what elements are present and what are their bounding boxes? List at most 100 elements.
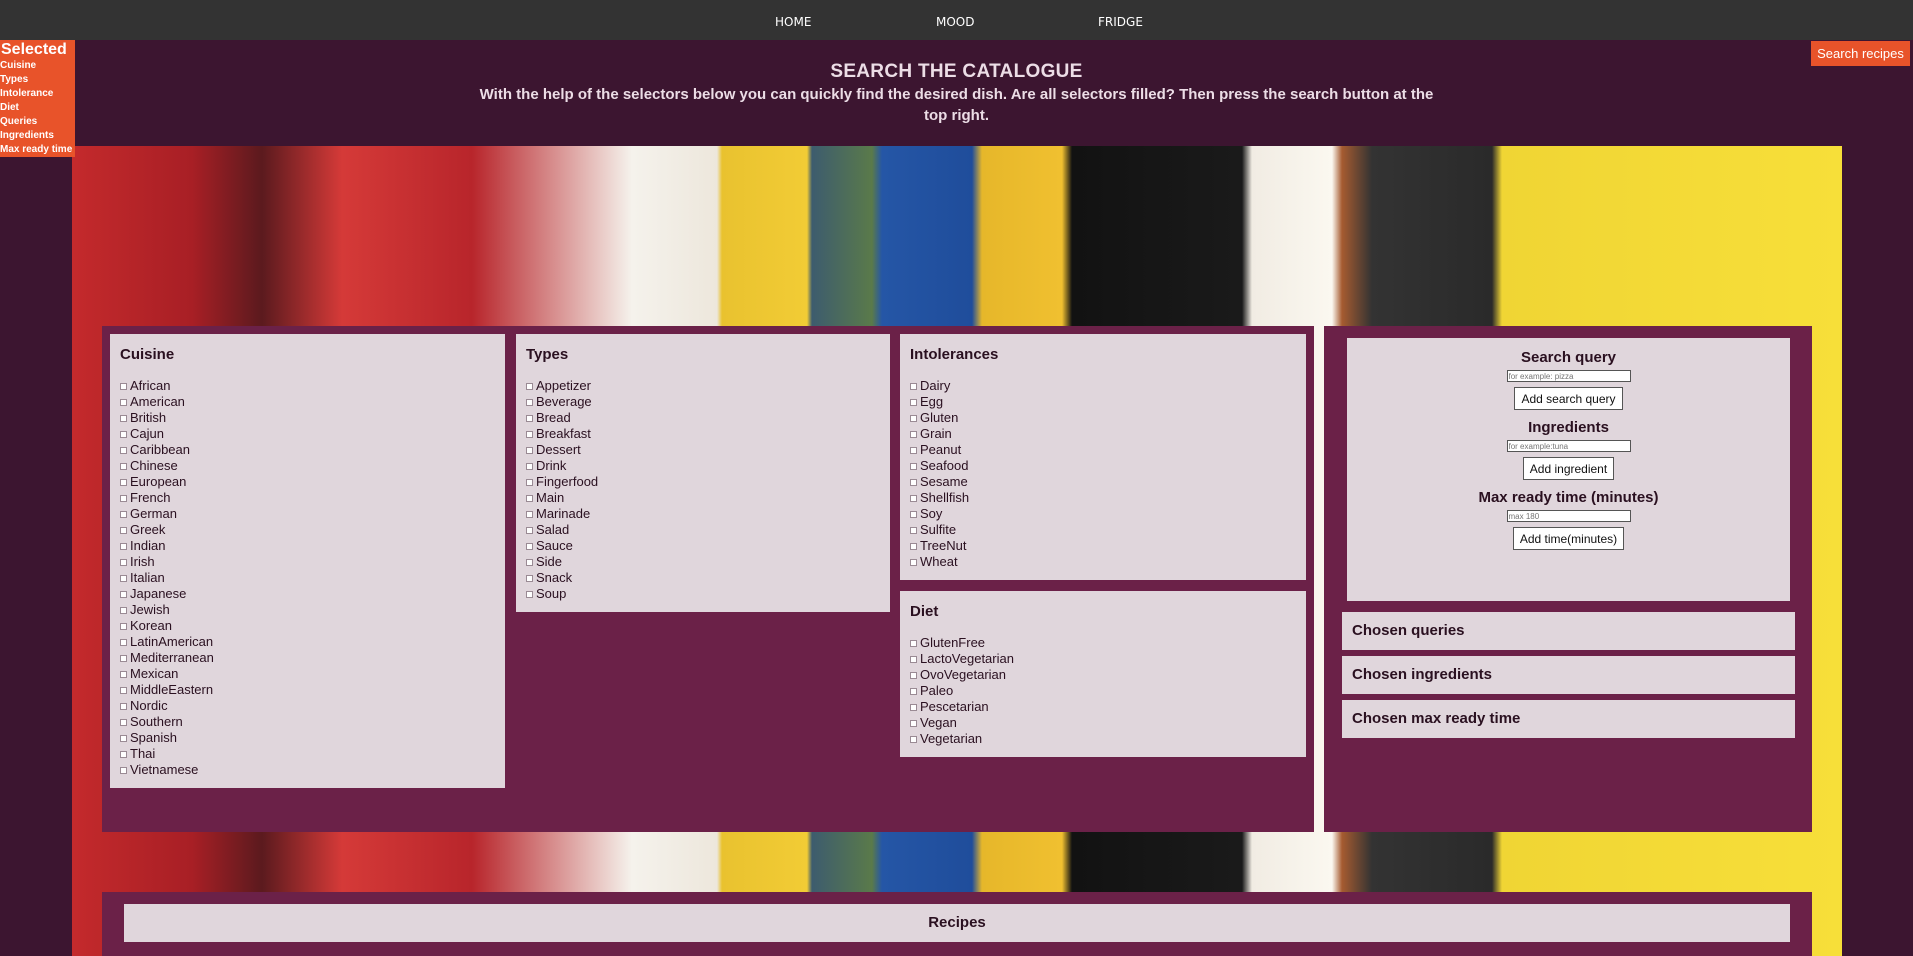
types-option[interactable]: Beverage	[526, 394, 890, 410]
types-option[interactable]: Fingerfood	[526, 474, 890, 490]
cuisine-option[interactable]: Mexican	[120, 666, 505, 682]
diet-checkbox[interactable]	[910, 720, 917, 727]
cuisine-checkbox[interactable]	[120, 383, 127, 390]
cuisine-option[interactable]: Nordic	[120, 698, 505, 714]
cuisine-checkbox[interactable]	[120, 767, 127, 774]
cuisine-checkbox[interactable]	[120, 639, 127, 646]
chosen-time-panel[interactable]: Chosen max ready time	[1342, 700, 1795, 738]
ingredients-input[interactable]	[1506, 440, 1631, 452]
cuisine-option[interactable]: Jewish	[120, 602, 505, 618]
cuisine-checkbox[interactable]	[120, 591, 127, 598]
diet-option[interactable]: Paleo	[910, 683, 1306, 699]
types-checkbox[interactable]	[526, 447, 533, 454]
cuisine-checkbox[interactable]	[120, 511, 127, 518]
search-recipes-button[interactable]: Search recipes	[1811, 41, 1910, 66]
cuisine-option[interactable]: French	[120, 490, 505, 506]
cuisine-checkbox[interactable]	[120, 399, 127, 406]
cuisine-option[interactable]: Mediterranean	[120, 650, 505, 666]
cuisine-option[interactable]: Irish	[120, 554, 505, 570]
max-ready-time-input[interactable]	[1506, 510, 1631, 522]
cuisine-checkbox[interactable]	[120, 687, 127, 694]
types-checkbox[interactable]	[526, 575, 533, 582]
cuisine-checkbox[interactable]	[120, 559, 127, 566]
cuisine-checkbox[interactable]	[120, 543, 127, 550]
types-checkbox[interactable]	[526, 543, 533, 550]
intolerances-option[interactable]: Sesame	[910, 474, 1306, 490]
cuisine-option[interactable]: German	[120, 506, 505, 522]
cuisine-option[interactable]: Spanish	[120, 730, 505, 746]
types-checkbox[interactable]	[526, 511, 533, 518]
types-checkbox[interactable]	[526, 383, 533, 390]
intolerances-checkbox[interactable]	[910, 527, 917, 534]
types-option[interactable]: Drink	[526, 458, 890, 474]
types-option[interactable]: Salad	[526, 522, 890, 538]
cuisine-checkbox[interactable]	[120, 415, 127, 422]
intolerances-checkbox[interactable]	[910, 495, 917, 502]
add-time-button[interactable]: Add time(minutes)	[1512, 527, 1625, 550]
cuisine-option[interactable]: European	[120, 474, 505, 490]
intolerances-option[interactable]: Grain	[910, 426, 1306, 442]
cuisine-option[interactable]: Caribbean	[120, 442, 505, 458]
cuisine-checkbox[interactable]	[120, 495, 127, 502]
cuisine-option[interactable]: Greek	[120, 522, 505, 538]
nav-mood-link[interactable]: MOOD	[936, 15, 974, 29]
cuisine-option[interactable]: Japanese	[120, 586, 505, 602]
intolerances-checkbox[interactable]	[910, 463, 917, 470]
search-query-input[interactable]	[1506, 370, 1631, 382]
cuisine-checkbox[interactable]	[120, 623, 127, 630]
intolerances-checkbox[interactable]	[910, 383, 917, 390]
intolerances-option[interactable]: Sulfite	[910, 522, 1306, 538]
types-option[interactable]: Bread	[526, 410, 890, 426]
diet-option[interactable]: LactoVegetarian	[910, 651, 1306, 667]
diet-option[interactable]: Pescetarian	[910, 699, 1306, 715]
intolerances-option[interactable]: Shellfish	[910, 490, 1306, 506]
types-checkbox[interactable]	[526, 431, 533, 438]
diet-option[interactable]: Vegetarian	[910, 731, 1306, 747]
types-option[interactable]: Dessert	[526, 442, 890, 458]
cuisine-option[interactable]: Indian	[120, 538, 505, 554]
cuisine-checkbox[interactable]	[120, 463, 127, 470]
intolerances-option[interactable]: Seafood	[910, 458, 1306, 474]
chosen-ingredients-panel[interactable]: Chosen ingredients	[1342, 656, 1795, 694]
intolerances-option[interactable]: Soy	[910, 506, 1306, 522]
types-checkbox[interactable]	[526, 463, 533, 470]
types-option[interactable]: Sauce	[526, 538, 890, 554]
cuisine-option[interactable]: British	[120, 410, 505, 426]
cuisine-option[interactable]: LatinAmerican	[120, 634, 505, 650]
cuisine-checkbox[interactable]	[120, 671, 127, 678]
cuisine-option[interactable]: African	[120, 378, 505, 394]
intolerances-checkbox[interactable]	[910, 511, 917, 518]
types-checkbox[interactable]	[526, 559, 533, 566]
types-checkbox[interactable]	[526, 479, 533, 486]
intolerances-checkbox[interactable]	[910, 431, 917, 438]
diet-checkbox[interactable]	[910, 656, 917, 663]
cuisine-checkbox[interactable]	[120, 431, 127, 438]
types-checkbox[interactable]	[526, 591, 533, 598]
cuisine-checkbox[interactable]	[120, 735, 127, 742]
cuisine-option[interactable]: Southern	[120, 714, 505, 730]
diet-option[interactable]: OvoVegetarian	[910, 667, 1306, 683]
cuisine-checkbox[interactable]	[120, 575, 127, 582]
intolerances-checkbox[interactable]	[910, 479, 917, 486]
intolerances-checkbox[interactable]	[910, 415, 917, 422]
add-ingredient-button[interactable]: Add ingredient	[1522, 457, 1615, 480]
chosen-queries-panel[interactable]: Chosen queries	[1342, 612, 1795, 650]
cuisine-checkbox[interactable]	[120, 447, 127, 454]
cuisine-checkbox[interactable]	[120, 479, 127, 486]
types-option[interactable]: Side	[526, 554, 890, 570]
diet-option[interactable]: Vegan	[910, 715, 1306, 731]
cuisine-checkbox[interactable]	[120, 607, 127, 614]
types-checkbox[interactable]	[526, 527, 533, 534]
intolerances-option[interactable]: Egg	[910, 394, 1306, 410]
cuisine-option[interactable]: American	[120, 394, 505, 410]
cuisine-option[interactable]: Cajun	[120, 426, 505, 442]
intolerances-checkbox[interactable]	[910, 447, 917, 454]
cuisine-option[interactable]: Korean	[120, 618, 505, 634]
cuisine-checkbox[interactable]	[120, 527, 127, 534]
types-checkbox[interactable]	[526, 399, 533, 406]
cuisine-checkbox[interactable]	[120, 703, 127, 710]
types-option[interactable]: Soup	[526, 586, 890, 602]
types-checkbox[interactable]	[526, 415, 533, 422]
intolerances-option[interactable]: Peanut	[910, 442, 1306, 458]
cuisine-option[interactable]: MiddleEastern	[120, 682, 505, 698]
